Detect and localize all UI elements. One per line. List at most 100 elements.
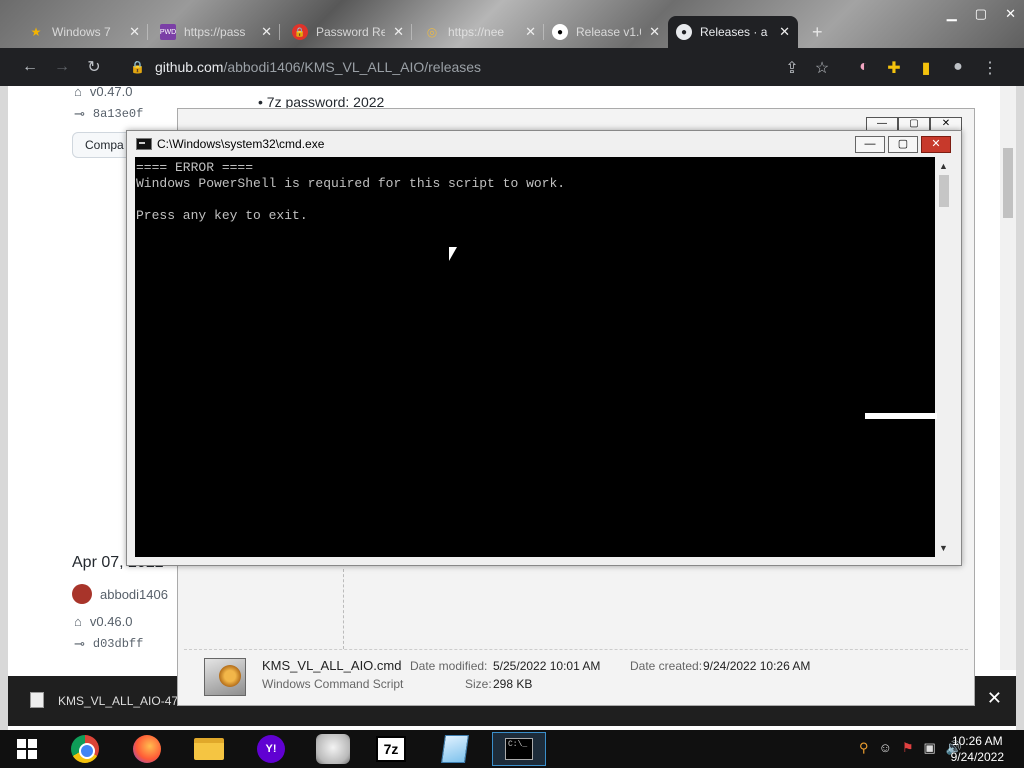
taskbar-chrome[interactable] bbox=[60, 732, 110, 766]
firefox-icon bbox=[133, 735, 161, 763]
tab-separator bbox=[147, 24, 148, 40]
tab-title: Password Re bbox=[316, 25, 386, 39]
network-icon[interactable]: ▣ bbox=[924, 740, 936, 756]
pwd-icon: PWD bbox=[160, 24, 176, 40]
minimize-icon[interactable]: ▁ bbox=[947, 6, 957, 22]
url-path: /abbodi1406/KMS_VL_ALL_AIO/releases bbox=[223, 59, 482, 75]
tab-title: https://pass bbox=[184, 25, 246, 39]
details-pane: KMS_VL_ALL_AIO.cmd Windows Command Scrip… bbox=[184, 649, 968, 703]
commit-icon: ⊸ bbox=[74, 636, 85, 651]
close-icon[interactable]: ✕ bbox=[261, 24, 272, 40]
tab-password-reset[interactable]: 🔒 Password Re ✕ bbox=[284, 16, 412, 48]
scroll-up-icon[interactable]: ▲ bbox=[939, 161, 948, 171]
tab-windows7[interactable]: ★ Windows 7 ✕ bbox=[20, 16, 148, 48]
close-icon[interactable]: ✕ bbox=[649, 24, 660, 40]
profile-flag-icon[interactable]: ◐ bbox=[848, 58, 880, 76]
commit-row: ⊸ d03dbff bbox=[74, 636, 143, 652]
taskbar-cat-app[interactable] bbox=[308, 732, 358, 766]
tag-link[interactable]: v0.46.0 bbox=[90, 614, 133, 629]
emoji-icon[interactable]: ☺ bbox=[879, 740, 892, 756]
minimize-button[interactable]: — bbox=[855, 136, 885, 153]
page-scrollbar[interactable] bbox=[1000, 86, 1016, 670]
tab-title: https://nee bbox=[448, 25, 505, 39]
commit-link[interactable]: 8a13e0f bbox=[93, 107, 143, 121]
size-value: 298 KB bbox=[493, 677, 533, 691]
taskbar-yahoo[interactable]: Y! bbox=[246, 732, 296, 766]
lock-icon: 🔒 bbox=[292, 24, 308, 40]
maximize-button[interactable]: ▢ bbox=[888, 136, 918, 153]
tab-nee[interactable]: ◎ https://nee ✕ bbox=[416, 16, 544, 48]
tab-separator bbox=[279, 24, 280, 40]
cmd-icon bbox=[136, 138, 152, 150]
share-icon[interactable]: ⇪ bbox=[776, 58, 808, 78]
author-link[interactable]: abbodi1406 bbox=[100, 587, 168, 602]
close-icon[interactable]: ✕ bbox=[525, 24, 536, 40]
console-scrollbar[interactable]: ▲ ▼ bbox=[935, 157, 953, 557]
tab-release[interactable]: ● Release v1.0 ✕ bbox=[544, 16, 668, 48]
close-icon[interactable]: ✕ bbox=[129, 24, 140, 40]
clock[interactable]: 10:26 AM 9/24/2022 bbox=[951, 733, 1004, 765]
close-button[interactable]: ✕ bbox=[921, 136, 951, 153]
cmd-titlebar[interactable]: C:\Windows\system32\cmd.exe bbox=[127, 131, 961, 157]
tag-icon: ⌂ bbox=[74, 86, 82, 99]
reload-icon[interactable]: ↻ bbox=[78, 57, 110, 77]
date-created-value: 9/24/2022 10:26 AM bbox=[703, 659, 811, 673]
close-icon[interactable]: ✕ bbox=[1005, 6, 1016, 22]
download-item[interactable]: KMS_VL_ALL_AIO-47 bbox=[58, 694, 178, 708]
tab-pass[interactable]: PWD https://pass ✕ bbox=[152, 16, 280, 48]
divider bbox=[343, 569, 344, 649]
tab-releases-active[interactable]: ● Releases · a ✕ bbox=[668, 16, 798, 48]
bookmark-star-icon[interactable]: ☆ bbox=[806, 58, 838, 78]
avatar-icon[interactable]: ● bbox=[942, 58, 974, 76]
tab-title: Release v1.0 bbox=[576, 25, 642, 39]
tag-row: ⌂ v0.46.0 bbox=[74, 614, 133, 629]
start-button[interactable] bbox=[2, 732, 52, 766]
taskbar-cmd[interactable]: C:\_ bbox=[492, 732, 546, 766]
clock-date: 9/24/2022 bbox=[950, 750, 1004, 764]
plus-icon: + bbox=[812, 21, 823, 42]
commit-row: ⊸ 8a13e0f bbox=[74, 106, 143, 122]
close-icon[interactable]: ✕ bbox=[779, 24, 790, 40]
tag-link[interactable]: v0.47.0 bbox=[90, 86, 133, 99]
tab-strip: ★ Windows 7 ✕ PWD https://pass ✕ 🔒 Passw… bbox=[0, 0, 1024, 48]
console-output[interactable]: ==== ERROR ==== Windows PowerShell is re… bbox=[135, 157, 935, 557]
file-type: Windows Command Script bbox=[262, 677, 404, 691]
globe-icon: ◎ bbox=[426, 25, 438, 39]
7zip-icon: 7z bbox=[376, 736, 406, 762]
forward-arrow-icon[interactable]: → bbox=[46, 58, 78, 76]
close-icon[interactable]: ✕ bbox=[393, 24, 404, 40]
new-tab-button[interactable]: + bbox=[804, 16, 844, 48]
commit-link[interactable]: d03dbff bbox=[93, 637, 143, 651]
close-icon[interactable]: ✕ bbox=[987, 688, 1002, 709]
maximize-icon[interactable]: ▢ bbox=[975, 6, 987, 22]
date-modified-label: Date modified: bbox=[410, 659, 488, 673]
tag-row: ⌂ v0.47.0 bbox=[74, 86, 133, 99]
kebab-menu-icon[interactable]: ⋮ bbox=[974, 58, 1006, 78]
window-controls: ▁ ▢ ✕ bbox=[947, 6, 1016, 22]
back-arrow-icon[interactable]: ← bbox=[14, 58, 46, 76]
file-name: KMS_VL_ALL_AIO.cmd bbox=[262, 658, 402, 673]
scrollbar-thumb[interactable] bbox=[1003, 148, 1013, 218]
scroll-down-icon[interactable]: ▼ bbox=[939, 543, 948, 553]
github-icon: ● bbox=[676, 24, 692, 40]
taskbar-notepad[interactable] bbox=[430, 732, 480, 766]
url-host: github.com bbox=[154, 59, 224, 75]
taskbar-firefox[interactable] bbox=[122, 732, 172, 766]
system-tray: ⚲ ☺ ⚑ ▣ 🔊 bbox=[859, 740, 962, 756]
taskbar-file-explorer[interactable] bbox=[184, 732, 234, 766]
window-title: C:\Windows\system32\cmd.exe bbox=[157, 137, 325, 151]
extensions-puzzle-icon[interactable]: ✚ bbox=[878, 58, 910, 78]
cmd-file-icon bbox=[204, 658, 246, 696]
cmd-window: C:\Windows\system32\cmd.exe — ▢ ✕ ==== E… bbox=[126, 130, 962, 566]
search-icon[interactable]: ⚲ bbox=[859, 740, 869, 756]
flag-icon[interactable]: ⚑ bbox=[902, 740, 914, 756]
scrollbar-thumb[interactable] bbox=[939, 175, 949, 207]
sidebar-icon[interactable]: ▮ bbox=[910, 58, 942, 78]
file-icon bbox=[30, 692, 44, 708]
taskbar-7zip[interactable]: 7z bbox=[366, 732, 416, 766]
cat-image-icon bbox=[316, 734, 350, 764]
gear-icon bbox=[219, 665, 241, 687]
avatar[interactable] bbox=[72, 584, 92, 604]
browser-toolbar: ← → ↻ 🔒 github.com/abbodi1406/KMS_VL_ALL… bbox=[0, 48, 1024, 86]
address-bar[interactable]: 🔒 github.com/abbodi1406/KMS_VL_ALL_AIO/r… bbox=[118, 52, 842, 82]
